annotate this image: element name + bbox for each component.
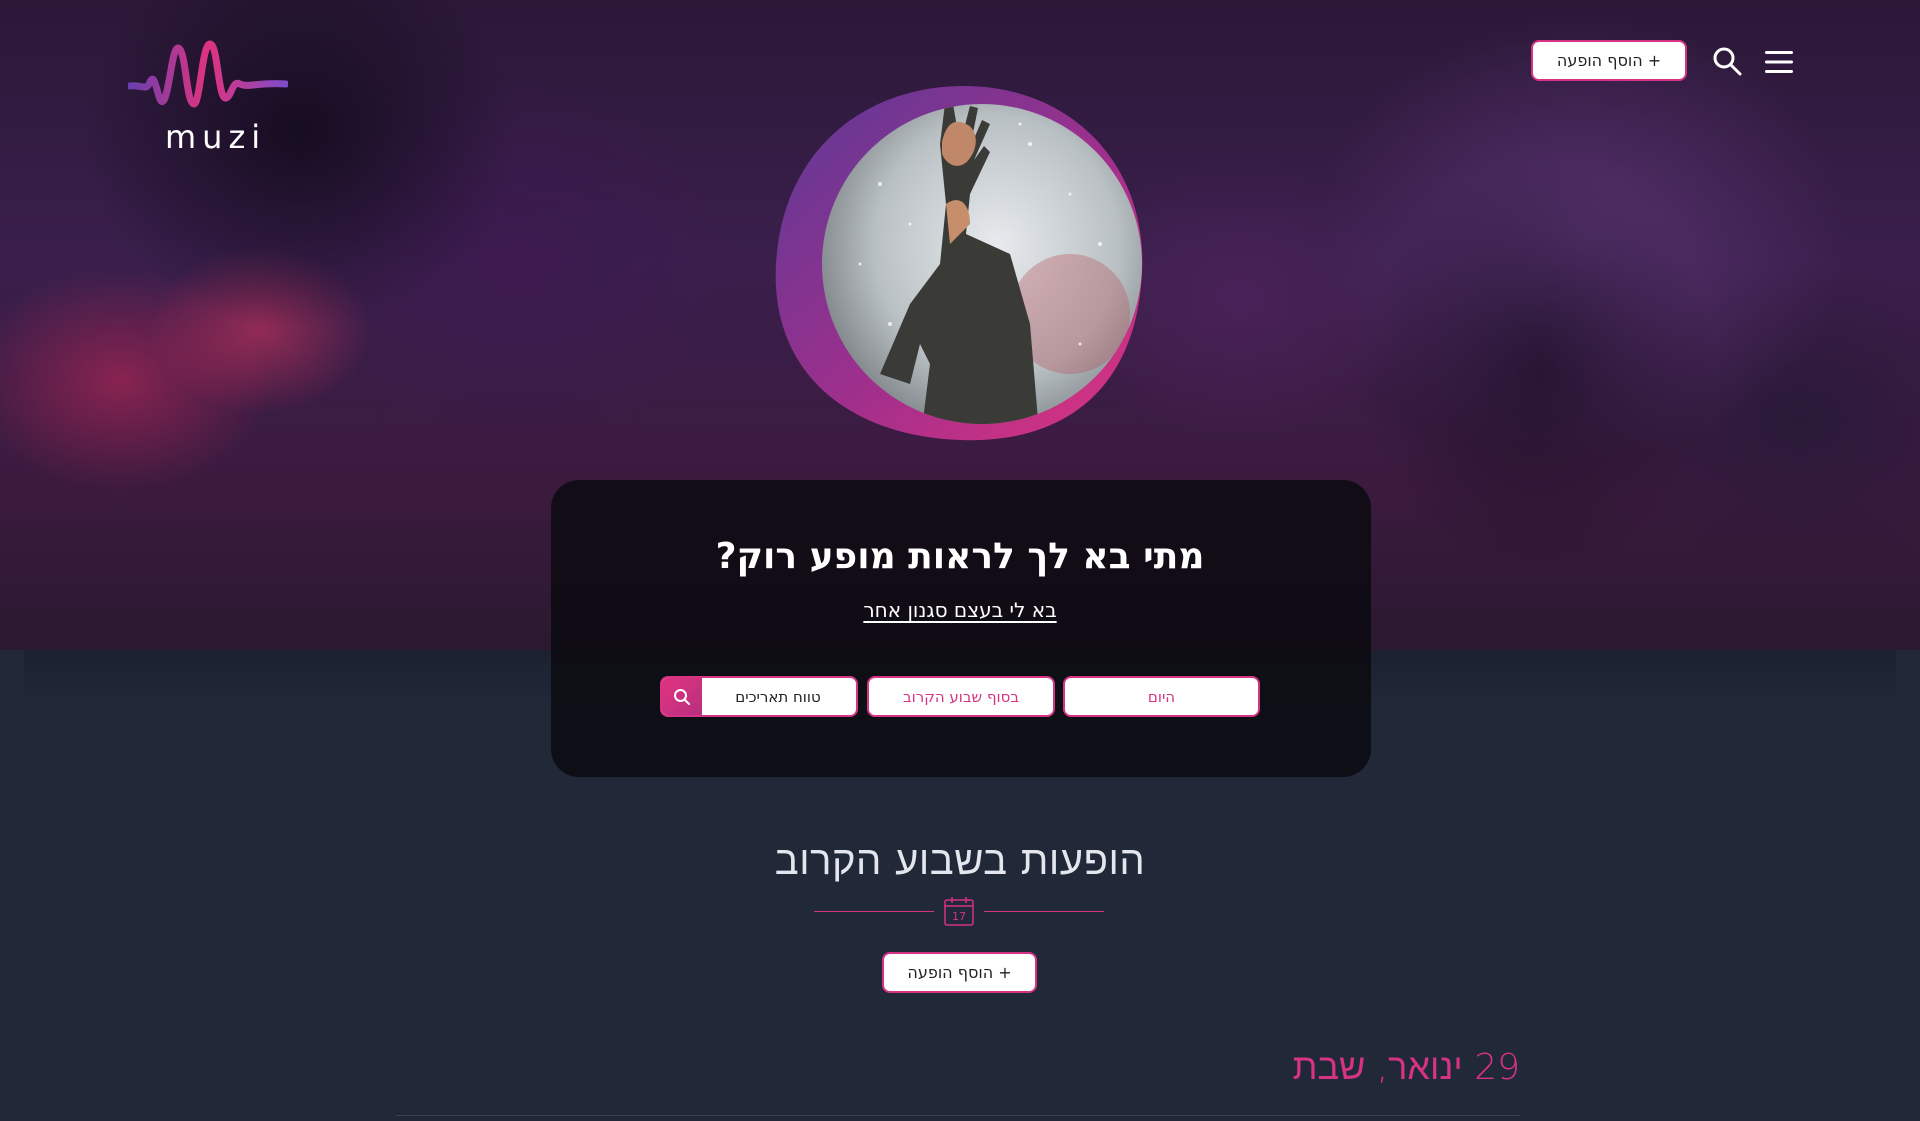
divider-right bbox=[984, 911, 1104, 912]
hero-shadow-right bbox=[1360, 160, 1720, 580]
hero-image bbox=[775, 85, 1143, 441]
header-add-event-button[interactable]: + הוסף הופעה bbox=[1531, 40, 1687, 81]
calendar-icon: 17 bbox=[944, 897, 974, 926]
search-panel bbox=[551, 480, 1371, 777]
date-heading: 29 ינואר, שבת bbox=[1292, 1047, 1520, 1088]
date-range-input[interactable]: טווח תאריכים bbox=[700, 678, 856, 715]
filter-today-button[interactable]: היום bbox=[1063, 676, 1260, 717]
filter-weekend-button[interactable]: בסוף שבוע הקרוב bbox=[867, 676, 1055, 717]
events-section-title: הופעות בשבוע הקרוב bbox=[774, 838, 1146, 884]
divider-left bbox=[814, 911, 934, 912]
svg-text:17: 17 bbox=[952, 910, 966, 923]
search-icon[interactable] bbox=[1712, 46, 1742, 76]
date-range-picker[interactable]: טווח תאריכים bbox=[660, 676, 858, 717]
hamburger-menu-icon[interactable] bbox=[1764, 50, 1794, 74]
section-add-event-button[interactable]: + הוסף הופעה bbox=[882, 952, 1037, 993]
date-divider bbox=[396, 1115, 1520, 1116]
panel-title: מתי בא לך לראות מופע רוק? bbox=[715, 536, 1205, 577]
date-range-search-button[interactable] bbox=[662, 678, 702, 715]
logo-text: muzi bbox=[165, 118, 267, 156]
search-icon bbox=[674, 688, 690, 705]
alt-genre-link[interactable]: בא לי בעצם סגנון אחר bbox=[0, 598, 1920, 622]
